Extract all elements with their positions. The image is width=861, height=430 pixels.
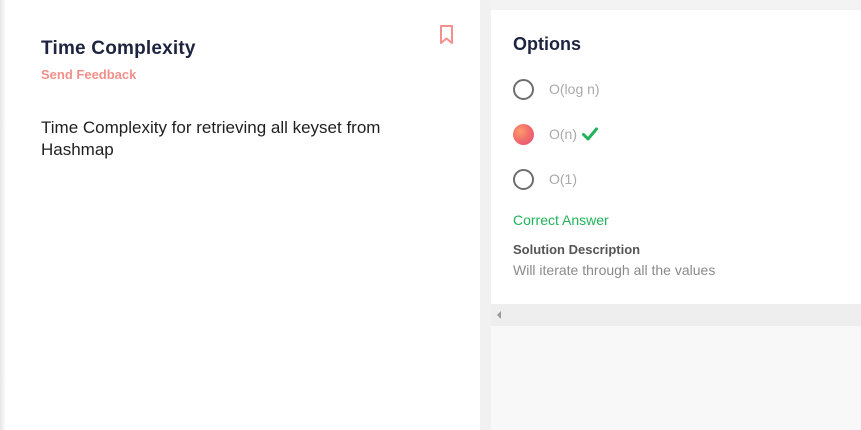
solution-text: Will iterate through all the values (513, 262, 716, 278)
radio-button[interactable] (513, 78, 534, 100)
send-feedback-link[interactable]: Send Feedback (41, 67, 136, 82)
scroll-left-arrow-icon[interactable] (497, 311, 501, 319)
question-text: Time Complexity for retrieving all keyse… (41, 118, 381, 159)
check-icon (582, 127, 598, 141)
option-label: O(log n) (549, 81, 600, 97)
panel-shadow (0, 0, 6, 430)
radio-button[interactable] (513, 168, 534, 190)
options-card: Options O(log n) O(n) O(1) Correct Answe… (491, 10, 861, 304)
option-1[interactable]: O(1) (513, 168, 713, 190)
radio-button-selected[interactable] (513, 123, 534, 145)
lower-empty-area (491, 326, 861, 430)
panel-divider (480, 0, 491, 430)
option-label: O(n) (549, 126, 577, 142)
options-title: Options (513, 34, 581, 54)
bookmark-icon[interactable] (437, 24, 457, 46)
solution-heading: Solution Description (513, 242, 641, 257)
correct-answer-label: Correct Answer (513, 212, 609, 228)
question-title: Time Complexity (41, 38, 196, 59)
horizontal-scrollbar[interactable] (491, 304, 861, 326)
question-panel: Time Complexity Send Feedback Time Compl… (0, 0, 480, 430)
option-label: O(1) (549, 171, 577, 187)
option-log-n[interactable]: O(log n) (513, 78, 713, 100)
option-n[interactable]: O(n) (513, 123, 713, 145)
